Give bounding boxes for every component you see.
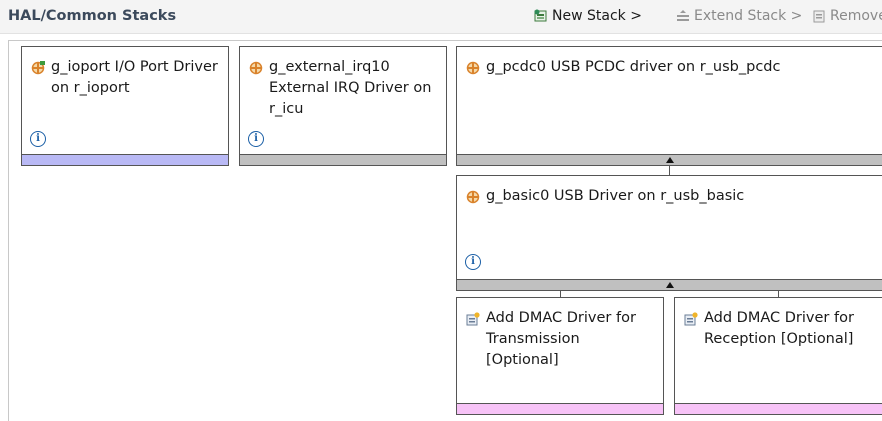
status-bar xyxy=(240,154,446,165)
remove-button[interactable]: Remove xyxy=(812,8,882,24)
add-dmac-tx-block[interactable]: Add DMAC Driver for Transmission [Option… xyxy=(456,297,664,415)
info-icon[interactable]: i xyxy=(465,254,481,270)
status-bar xyxy=(457,403,663,414)
remove-icon xyxy=(812,9,826,23)
status-bar xyxy=(675,403,882,414)
add-dmac-tx-label: Add DMAC Driver for Transmission [Option… xyxy=(486,310,636,368)
remove-label: Remove xyxy=(830,8,882,24)
add-dmac-rx-block[interactable]: Add DMAC Driver for Reception [Optional] xyxy=(674,297,882,415)
connector-line xyxy=(669,166,670,175)
new-stack-button[interactable]: New Stack > xyxy=(534,8,642,24)
add-driver-icon xyxy=(466,311,480,326)
stack-canvas: g_ioport I/O Port Driver on r_ioport i g… xyxy=(8,40,882,421)
extend-stack-button[interactable]: Extend Stack > xyxy=(676,8,802,24)
driver-module-icon xyxy=(466,60,480,75)
info-icon[interactable]: i xyxy=(248,131,264,147)
driver-module-icon xyxy=(31,60,45,75)
add-dmac-rx-label: Add DMAC Driver for Reception [Optional] xyxy=(704,310,854,347)
usb-basic-driver-label: g_basic0 USB Driver on r_usb_basic xyxy=(486,188,745,204)
new-stack-icon xyxy=(534,9,548,23)
driver-module-icon xyxy=(249,60,263,75)
status-bar xyxy=(22,154,228,165)
expand-arrow-icon[interactable] xyxy=(666,157,674,163)
add-driver-icon xyxy=(684,311,698,326)
ioport-driver-block[interactable]: g_ioport I/O Port Driver on r_ioport i xyxy=(21,46,229,166)
new-stack-label: New Stack > xyxy=(552,8,642,24)
page-title: HAL/Common Stacks xyxy=(8,8,177,24)
external-irq-driver-block[interactable]: g_external_irq10 External IRQ Driver on … xyxy=(239,46,447,166)
extend-stack-icon xyxy=(676,9,690,23)
info-icon[interactable]: i xyxy=(30,131,46,147)
status-bar xyxy=(457,279,882,290)
pcdc-driver-label: g_pcdc0 USB PCDC driver on r_usb_pcdc xyxy=(486,59,781,75)
usb-basic-driver-block[interactable]: g_basic0 USB Driver on r_usb_basic i xyxy=(456,175,882,291)
status-bar xyxy=(457,154,882,165)
expand-arrow-icon[interactable] xyxy=(666,282,674,288)
stacks-header: HAL/Common Stacks New Stack > Extend Sta… xyxy=(0,0,882,34)
external-irq-driver-label: g_external_irq10 External IRQ Driver on … xyxy=(269,59,432,117)
pcdc-driver-block[interactable]: g_pcdc0 USB PCDC driver on r_usb_pcdc xyxy=(456,46,882,166)
driver-module-icon xyxy=(466,189,480,204)
extend-stack-label: Extend Stack > xyxy=(694,8,803,24)
ioport-driver-label: g_ioport I/O Port Driver on r_ioport xyxy=(51,59,218,96)
